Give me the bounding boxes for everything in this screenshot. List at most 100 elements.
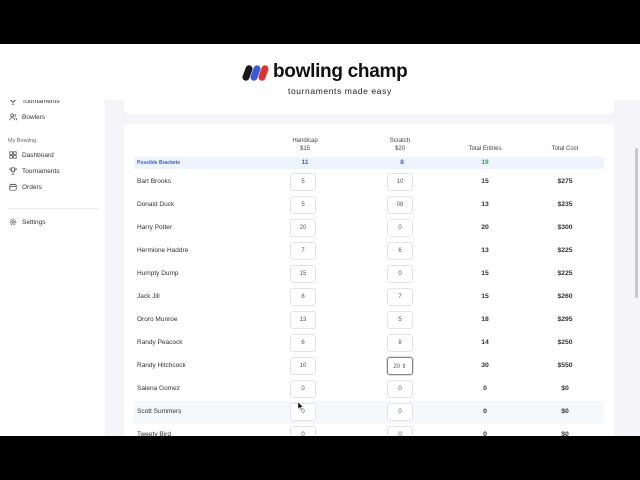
app-window: Tournaments Bowlers My Bowling Dashboard… — [0, 44, 640, 436]
table-row: Harry Potter 20 0 20 $300 — [134, 217, 604, 240]
total-cost-value: $260 — [557, 293, 573, 300]
scratch-input[interactable]: 0 — [387, 219, 413, 237]
total-entries-value: 13 — [481, 201, 489, 208]
sidebar-item-label: Bowlers — [22, 113, 46, 121]
bowler-name: Scott Summers — [137, 408, 182, 415]
total-entries-header: Total Entries — [468, 146, 502, 152]
sidebar-item-dashboard[interactable]: Dashboard — [9, 148, 54, 162]
sidebar: Tournaments Bowlers My Bowling Dashboard… — [0, 44, 106, 436]
handicap-price: $15 — [299, 146, 310, 152]
scratch-input[interactable]: 0 — [387, 403, 413, 421]
bowler-name: Bart Brooks — [137, 178, 171, 185]
table-row: Bart Brooks 5 10 15 $275 — [134, 171, 604, 194]
possible-entries-value: 19 — [481, 159, 489, 166]
sidebar-divider — [8, 208, 98, 209]
grid-icon — [9, 151, 17, 159]
total-cost-value: $295 — [557, 316, 573, 323]
handicap-input[interactable]: 6 — [290, 334, 316, 352]
table-row: Scott Summers 0 0 0 $0 — [134, 401, 604, 424]
bowler-name: Randy Hitchcock — [137, 362, 186, 369]
bowling-champ-logo-icon — [242, 65, 269, 81]
sidebar-item-my-tournaments[interactable]: Tournaments — [9, 164, 60, 178]
handicap-input[interactable]: 10 — [290, 357, 316, 375]
scratch-input[interactable]: 20 ⇕ — [387, 357, 413, 375]
handicap-input[interactable]: 0 — [290, 426, 316, 436]
total-cost-value: $550 — [557, 362, 573, 369]
total-cost-header: Total Cost — [551, 146, 579, 152]
total-entries-value: 0 — [483, 431, 487, 436]
brand-header: bowling champ tournaments made easy — [0, 44, 640, 100]
scratch-header-label: Scratch — [389, 138, 411, 144]
bowler-name: Humpty Dump — [137, 270, 179, 277]
table-row: Donald Duck 5 08 13 $235 — [134, 194, 604, 217]
total-entries-value: 15 — [481, 293, 489, 300]
bowler-name: Donald Duck — [137, 201, 175, 208]
scratch-price: $20 — [394, 146, 405, 152]
mouse-cursor-icon — [298, 402, 304, 411]
gear-icon — [9, 218, 17, 226]
sidebar-item-bowlers[interactable]: Bowlers — [9, 110, 45, 124]
calendar-icon — [9, 183, 17, 191]
total-cost-value: $275 — [557, 178, 573, 185]
total-entries-value: 15 — [481, 270, 489, 277]
table-row: Randy Hitchcock 10 20 ⇕ 30 $550 — [134, 355, 604, 378]
handicap-input[interactable]: 20 — [290, 219, 316, 237]
sidebar-item-orders[interactable]: Orders — [9, 180, 42, 194]
handicap-input[interactable]: 5 — [290, 173, 316, 191]
bowler-name: Harry Potter — [137, 224, 173, 231]
total-cost-value: $300 — [557, 224, 573, 231]
handicap-input[interactable]: 5 — [290, 196, 316, 214]
main-content: 2 brackets total Handicap $15 Scratch $2… — [106, 44, 640, 436]
possible-brackets-label: Possible Brackets — [137, 160, 181, 166]
brand-name: bowling champ — [273, 61, 408, 82]
possible-brackets-row: Possible Brackets 11 8 19 — [134, 157, 604, 169]
sidebar-item-label: Orders — [22, 183, 42, 191]
brackets-table-card: Handicap $15 Scratch $20 Total Entries T… — [124, 124, 614, 436]
possible-scratch-value: 8 — [400, 159, 404, 166]
scratch-input[interactable]: 08 — [387, 196, 413, 214]
bowler-name: Hermione Haddre — [137, 247, 189, 254]
scratch-input[interactable]: 0 — [387, 380, 413, 398]
handicap-header-label: Handicap — [292, 138, 318, 144]
bowler-name: Randy Peacock — [137, 339, 183, 346]
sidebar-item-settings[interactable]: Settings — [9, 215, 46, 229]
handicap-input[interactable]: 8 — [290, 288, 316, 306]
table-row: Salena Gomez 0 0 0 $0 — [134, 378, 604, 401]
total-entries-value: 30 — [481, 362, 489, 369]
scratch-input[interactable]: 0 — [387, 265, 413, 283]
scratch-input[interactable]: 5 — [387, 311, 413, 329]
total-entries-value: 0 — [483, 385, 487, 392]
table-row: Ororo Munroe 13 5 18 $295 — [134, 309, 604, 332]
handicap-input[interactable]: 15 — [290, 265, 316, 283]
bowler-name: Jack Jill — [137, 293, 160, 300]
trophy-icon — [9, 167, 17, 175]
scroll-thumb[interactable] — [635, 148, 638, 298]
table-row: Hermione Haddre 7 6 13 $225 — [134, 240, 604, 263]
total-entries-value: 20 — [481, 224, 489, 231]
table-row: Humpty Dump 15 0 15 $225 — [134, 263, 604, 286]
total-cost-value: $0 — [561, 385, 569, 392]
scratch-input[interactable]: 6 — [387, 242, 413, 260]
sidebar-item-label: Dashboard — [22, 151, 54, 159]
scrollbar[interactable] — [634, 100, 638, 430]
total-cost-value: $0 — [561, 408, 569, 415]
possible-handicap-value: 11 — [301, 159, 309, 166]
handicap-input[interactable]: 0 — [290, 380, 316, 398]
table-row: Tweety Bird 0 0 0 $0 — [134, 424, 604, 436]
total-entries-value: 14 — [481, 339, 489, 346]
total-entries-value: 15 — [481, 178, 489, 185]
brand-tagline: tournaments made easy — [288, 86, 392, 96]
scratch-input[interactable]: 0 — [387, 426, 413, 436]
scratch-header: Scratch $20 — [379, 137, 421, 153]
handicap-input[interactable]: 7 — [290, 242, 316, 260]
total-cost-value: $250 — [557, 339, 573, 346]
total-cost-value: $225 — [557, 247, 573, 254]
table-row: Jack Jill 8 7 15 $260 — [134, 286, 604, 309]
users-icon — [9, 113, 17, 121]
scratch-input[interactable]: 10 — [387, 173, 413, 191]
scratch-input[interactable]: 7 — [387, 288, 413, 306]
total-cost-value: $235 — [557, 201, 573, 208]
scratch-input[interactable]: 8 — [387, 334, 413, 352]
bowler-name: Ororo Munroe — [137, 316, 178, 323]
handicap-input[interactable]: 13 — [290, 311, 316, 329]
